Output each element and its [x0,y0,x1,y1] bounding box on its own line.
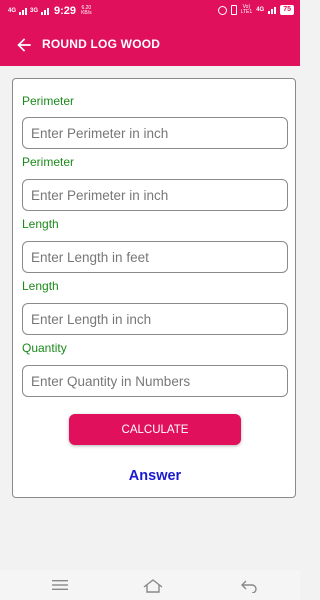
signal-icon [41,7,50,15]
data-speed: 6.20 KB/s [81,6,92,16]
page-title: ROUND LOG WOOD [42,37,161,51]
status-bar: 4G 3G 9:29 6.20 KB/s Vo) LTE1 4G 75 [0,0,300,24]
signal-icon [268,6,277,14]
perimeter-inch-label: Perimeter [22,94,75,108]
perimeter-inch-label-2: Perimeter [22,155,75,169]
app-bar: ROUND LOG WOOD [0,24,300,66]
vibrate-icon [230,5,237,15]
network-right: 4G [256,7,265,13]
quantity-label: Quantity [22,341,67,355]
calculator-card: Perimeter Perimeter Length Length Quanti… [12,78,296,498]
signal-icon [19,7,28,15]
length-inch-label: Length [22,279,59,293]
navigation-bar [0,570,300,600]
home-icon[interactable] [142,579,164,593]
answer-text: Answer [128,468,182,484]
alarm-icon [217,5,227,15]
back-icon[interactable] [240,579,258,593]
volte-indicator: Vo) LTE1 [241,5,253,15]
arrow-left-icon[interactable] [14,35,34,55]
length-inch-input[interactable] [22,303,288,335]
perimeter-inch-input[interactable] [22,117,288,149]
clock: 9:29 [54,5,77,17]
length-feet-input[interactable] [22,241,288,273]
battery-icon: 75 [280,5,294,15]
sim2-network: 3G [30,8,39,14]
sim1-network: 4G [8,8,17,14]
data-speed-unit: KB/s [81,10,92,16]
length-feet-label: Length [22,217,59,231]
volte-bottom: LTE1 [240,9,253,15]
menu-icon[interactable] [52,579,68,591]
calculate-button[interactable]: CALCULATE [69,414,241,445]
quantity-input[interactable] [22,365,288,397]
perimeter-inch-input-2[interactable] [22,179,288,211]
